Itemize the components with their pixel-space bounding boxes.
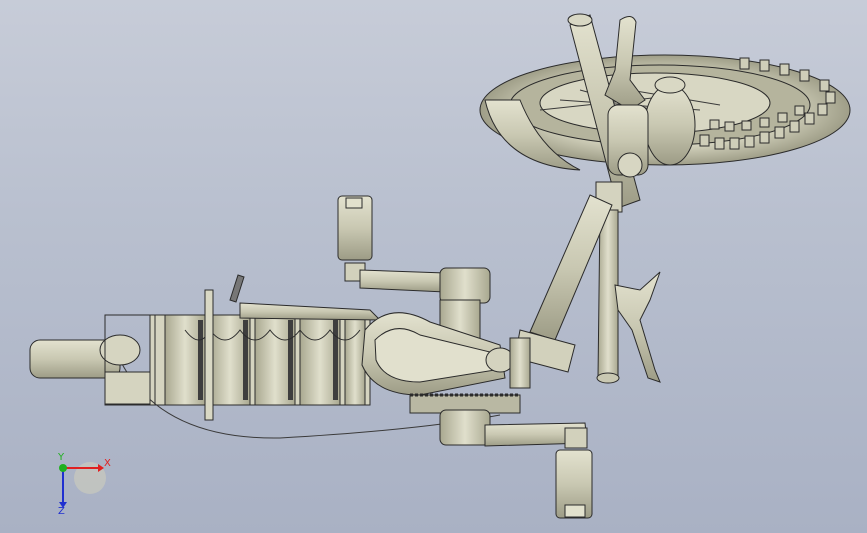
x-axis-label: X [104, 458, 111, 469]
front-wheel [479, 54, 851, 171]
axis-triad [59, 462, 106, 508]
rear-hub [29, 314, 156, 406]
y-axis-label: Y [58, 452, 65, 463]
cad-3d-viewport[interactable]: X Y Z [0, 0, 867, 533]
z-axis-label: Z [58, 506, 65, 517]
model-view[interactable] [0, 0, 867, 533]
y-axis-origin [59, 464, 67, 472]
lower-pedal-assembly [439, 409, 593, 519]
